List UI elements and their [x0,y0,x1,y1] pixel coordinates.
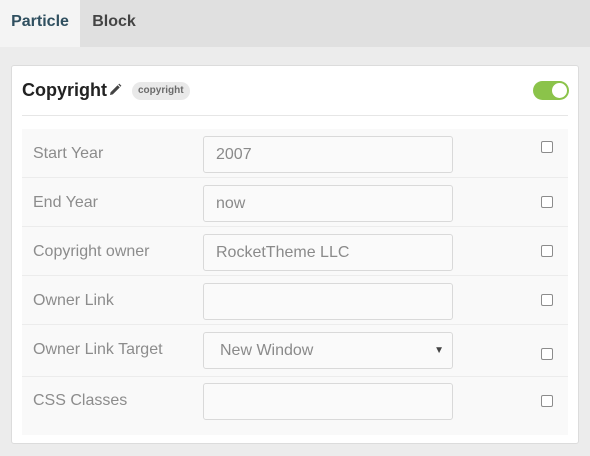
css-classes-override-checkbox[interactable] [541,395,553,407]
css-classes-input[interactable] [203,383,453,420]
enable-toggle[interactable] [533,81,569,100]
end-year-label: End Year [33,194,98,211]
particle-panel: Copyright copyright Start Year End Year … [11,65,579,444]
row-end-year: End Year [22,178,568,227]
particle-type-badge: copyright [132,82,190,100]
css-classes-label: CSS Classes [33,392,128,409]
tab-block[interactable]: Block [80,0,148,47]
header-divider [22,115,568,116]
end-year-override-checkbox[interactable] [541,196,553,208]
row-copyright-owner: Copyright owner [22,227,568,276]
start-year-override-checkbox[interactable] [541,141,553,153]
pencil-icon[interactable] [108,83,122,97]
toggle-knob [552,83,567,98]
row-css-classes: CSS Classes [22,377,568,435]
start-year-label: Start Year [33,145,104,162]
copyright-owner-input[interactable] [203,234,453,271]
start-year-input[interactable] [203,136,453,173]
row-start-year: Start Year [22,129,568,178]
end-year-input[interactable] [203,185,453,222]
owner-link-target-select[interactable]: New Window ▼ [203,332,453,369]
copyright-owner-override-checkbox[interactable] [541,245,553,257]
copyright-owner-label: Copyright owner [33,243,150,260]
row-owner-link: Owner Link [22,276,568,325]
settings-form: Start Year End Year Copyright owner Owne… [22,129,568,435]
owner-link-target-override-checkbox[interactable] [541,348,553,360]
particle-title: Copyright [22,80,107,100]
caret-down-icon: ▼ [434,345,444,356]
owner-link-input[interactable] [203,283,453,320]
tab-particle[interactable]: Particle [0,0,80,47]
owner-link-label: Owner Link [33,292,114,309]
tab-bar: Particle Block [0,0,590,47]
owner-link-target-label: Owner Link Target [33,341,163,358]
panel-header: Copyright copyright [12,66,578,116]
row-owner-link-target: Owner Link Target New Window ▼ [22,325,568,377]
owner-link-target-value: New Window [220,342,314,359]
owner-link-override-checkbox[interactable] [541,294,553,306]
